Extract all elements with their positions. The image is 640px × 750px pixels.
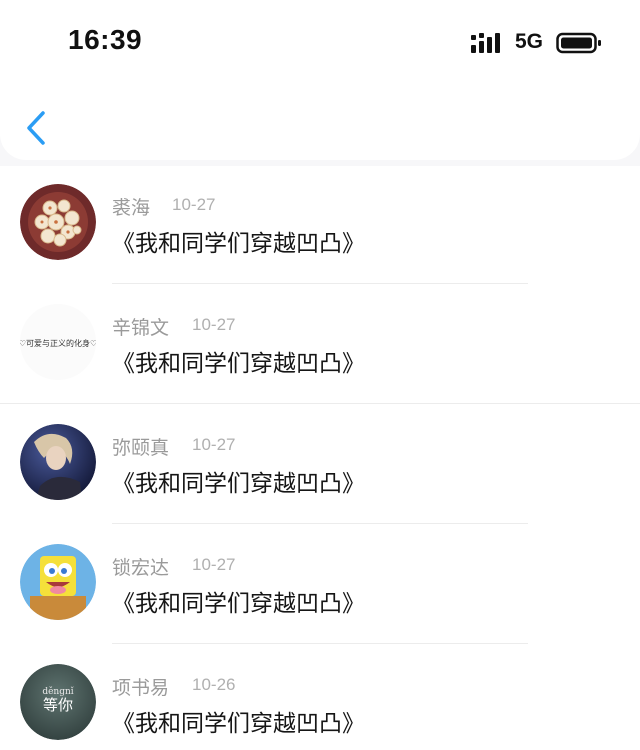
avatar-text-bottom: 等你 [43,696,73,714]
list-item[interactable]: děngnǐ 等你 项书易 10-26 《我和同学们穿越凹凸》 [0,646,640,750]
sender-name: 锁宏达 [112,557,170,579]
date-label: 10-27 [192,555,236,574]
avatar-text: ♡可爱与正义的化身♡ [20,338,96,348]
date-label: 10-27 [172,195,216,214]
status-time: 16:39 [68,24,143,55]
date-label: 10-26 [192,675,236,694]
sender-name: 裘海 [112,197,151,219]
list-item[interactable]: 锁宏达 10-27 《我和同学们穿越凹凸》 [0,526,640,646]
item-title: 《我和同学们穿越凹凸》 [112,231,365,257]
app-screen: 16:39 5G 裘海 10-27 《我和同学们穿越凹凸》 ♡可爱与正义的化身♡… [0,0,640,750]
list-item[interactable]: 弥颐真 10-27 《我和同学们穿越凹凸》 [0,406,640,526]
network-label: 5G [515,30,544,53]
item-title: 《我和同学们穿越凹凸》 [112,591,365,617]
divider [112,523,528,524]
signal-bars-icon [471,33,500,53]
divider [0,403,640,404]
chevron-left-icon [27,111,45,145]
date-label: 10-27 [192,315,236,334]
sender-name: 项书易 [112,677,170,699]
avatar[interactable]: děngnǐ 等你 [20,664,96,740]
list-item[interactable]: ♡可爱与正义的化身♡ 辛锦文 10-27 《我和同学们穿越凹凸》 [0,286,640,406]
battery-icon [556,32,601,54]
divider [112,283,528,284]
avatar[interactable]: ♡可爱与正义的化身♡ [20,304,96,380]
sender-name: 辛锦文 [112,317,170,339]
message-list: 裘海 10-27 《我和同学们穿越凹凸》 ♡可爱与正义的化身♡ 辛锦文 10-2… [0,166,640,750]
item-title: 《我和同学们穿越凹凸》 [112,711,365,737]
avatar[interactable] [20,544,96,620]
sender-name: 弥颐真 [112,437,170,459]
item-title: 《我和同学们穿越凹凸》 [112,471,365,497]
avatar[interactable] [20,424,96,500]
back-button[interactable] [16,104,56,152]
header: 16:39 5G [0,0,640,160]
date-label: 10-27 [192,435,236,454]
list-item[interactable]: 裘海 10-27 《我和同学们穿越凹凸》 [0,166,640,286]
divider [112,643,528,644]
avatar[interactable] [20,184,96,260]
item-title: 《我和同学们穿越凹凸》 [112,351,365,377]
